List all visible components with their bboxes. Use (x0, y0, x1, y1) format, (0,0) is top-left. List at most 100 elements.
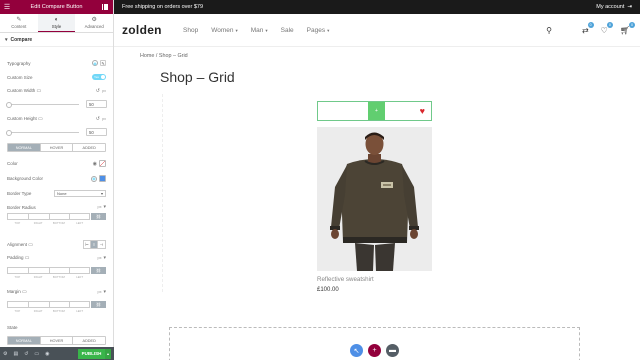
responsive-icon[interactable]: ▭ (34, 351, 39, 357)
link-values-icon[interactable]: ⛓ (91, 213, 106, 220)
publish-group: PUBLISH ▴ (78, 348, 111, 359)
state-tab-hover[interactable]: HOVER (41, 144, 74, 151)
globe-icon[interactable]: ◉ (91, 175, 97, 182)
globe-icon[interactable]: ◉ (92, 60, 98, 66)
gear-icon: ⚙ (91, 17, 97, 23)
color-swatch[interactable] (99, 160, 106, 167)
compare-widget-selected[interactable]: + ♥ (317, 101, 432, 121)
logout-icon[interactable]: ⇥ (627, 4, 632, 10)
nav-label: Sale (280, 26, 294, 34)
margin-dimensions: TOP RIGHT BOTTOM LEFT ⛓ (7, 301, 106, 314)
link-values-icon[interactable]: ⛓ (91, 301, 106, 308)
compare-count-badge: 0 (587, 21, 594, 28)
navigator-icon[interactable]: ▤ (13, 351, 18, 357)
tab-advanced[interactable]: ⚙ Advanced (75, 14, 113, 32)
hamburger-menu-icon[interactable]: ☰ (3, 3, 11, 11)
padding-unit[interactable]: px (97, 256, 101, 260)
desktop-icon[interactable]: ▭ (37, 88, 42, 94)
search-icon[interactable]: ⚲ (546, 26, 552, 35)
panel-title: Edit Compare Button (30, 4, 83, 10)
globe-icon[interactable]: ◉ (93, 161, 97, 167)
compare-button[interactable]: + (368, 102, 385, 120)
align-center-icon[interactable]: ≡ (91, 241, 98, 248)
padding-bottom-input[interactable] (48, 267, 70, 274)
compare-icon[interactable]: ⇄ 0 (582, 21, 594, 35)
state-label: State (7, 325, 18, 330)
desktop-icon[interactable]: ▭ (22, 289, 27, 295)
my-account-link[interactable]: My account (596, 4, 624, 10)
chevron-down-icon[interactable]: ▾ (103, 204, 106, 210)
nav-item-shop[interactable]: Shop (183, 27, 198, 34)
margin-top-input[interactable] (7, 301, 28, 308)
product-title[interactable]: Reflective sweatshirt (317, 276, 374, 283)
wishlist-heart-icon[interactable]: ♥ (420, 106, 425, 116)
history-icon[interactable]: ↺ (24, 351, 28, 357)
margin-bottom-input[interactable] (48, 301, 70, 308)
radius-right-input[interactable] (27, 213, 49, 220)
border-type-select[interactable]: None ▾ (54, 190, 106, 197)
toggle-state-text: Yes (94, 74, 99, 79)
custom-height-input[interactable]: 50 (86, 128, 107, 136)
template-library-folder-icon[interactable]: ▬ (386, 344, 399, 357)
wishlist-heart-icon[interactable]: ♡ 0 (601, 21, 613, 35)
product-image[interactable] (317, 127, 432, 271)
padding-top-input[interactable] (7, 267, 28, 274)
publish-options-icon[interactable]: ▴ (105, 348, 111, 359)
custom-size-toggle[interactable]: Yes (92, 74, 106, 80)
state2-tab-added[interactable]: ADDED (73, 337, 105, 344)
align-left-icon[interactable]: ⊢ (84, 241, 91, 248)
typography-edit-icon[interactable]: ✎ (100, 60, 106, 66)
desktop-icon[interactable]: ▭ (38, 116, 43, 122)
cart-icon[interactable]: 🛒︎ 0 (620, 21, 635, 35)
nav-item-man[interactable]: Man ▾ (251, 27, 268, 34)
border-type-value: None (57, 191, 67, 196)
background-color-control: Background Color ◉ (7, 175, 106, 182)
add-new-section-plus-icon[interactable]: + (368, 344, 381, 357)
nav-item-pages[interactable]: Pages ▾ (307, 27, 330, 34)
padding-right-input[interactable] (27, 267, 49, 274)
site-logo[interactable]: zolden (122, 23, 183, 37)
section-compare-header[interactable]: ▾ Compare (0, 33, 113, 47)
tab-advanced-label: Advanced (84, 24, 104, 29)
state2-tab-hover[interactable]: HOVER (41, 337, 74, 344)
custom-height-slider[interactable] (6, 129, 79, 136)
slider-knob[interactable] (6, 101, 12, 108)
link-values-icon[interactable]: ⛓ (91, 267, 106, 274)
nav-item-women[interactable]: Women ▾ (211, 27, 238, 34)
background-color-swatch[interactable] (99, 175, 106, 182)
settings-icon[interactable]: ⚙ (3, 351, 7, 357)
state-tab-normal[interactable]: NORMAL (8, 144, 41, 151)
add-section-icon[interactable]: ↖ (350, 344, 363, 357)
radius-top-input[interactable] (7, 213, 28, 220)
width-unit[interactable]: px (102, 89, 106, 93)
slider-knob[interactable] (6, 129, 12, 136)
account-area[interactable]: My account ⇥ (596, 4, 632, 10)
publish-button[interactable]: PUBLISH (78, 348, 105, 359)
padding-left-input[interactable] (69, 267, 90, 274)
custom-width-input[interactable]: 50 (86, 100, 107, 108)
tab-style[interactable]: ◐ Style (37, 14, 76, 32)
state-tab-added[interactable]: ADDED (73, 144, 105, 151)
custom-width-slider[interactable] (6, 101, 79, 108)
margin-left-input[interactable] (69, 301, 90, 308)
margin-right-input[interactable] (27, 301, 49, 308)
align-right-icon[interactable]: ⊣ (98, 241, 105, 248)
tab-content[interactable]: ✎ Content (0, 14, 38, 32)
desktop-icon[interactable]: ▭ (25, 255, 30, 261)
desktop-icon[interactable]: ▭ (28, 242, 33, 248)
state2-tab-normal[interactable]: NORMAL (8, 337, 41, 344)
height-unit[interactable]: px (102, 117, 106, 121)
radius-bottom-input[interactable] (48, 213, 70, 220)
radius-left-input[interactable] (69, 213, 90, 220)
custom-width-control: Custom Width ▭ ↺ px (7, 88, 106, 94)
chevron-down-icon[interactable]: ▾ (103, 255, 106, 261)
chevron-down-icon[interactable]: ▾ (103, 289, 106, 295)
radius-unit[interactable]: px (97, 205, 101, 209)
reset-icon[interactable]: ↺ (96, 116, 100, 122)
reset-icon[interactable]: ↺ (96, 88, 100, 94)
widgets-grid-icon[interactable] (102, 4, 110, 10)
nav-item-sale[interactable]: Sale (281, 27, 294, 34)
preview-eye-icon[interactable]: ◉ (45, 351, 49, 357)
margin-unit[interactable]: px (97, 290, 101, 294)
breadcrumb[interactable]: Home / Shop – Grid (140, 53, 188, 59)
